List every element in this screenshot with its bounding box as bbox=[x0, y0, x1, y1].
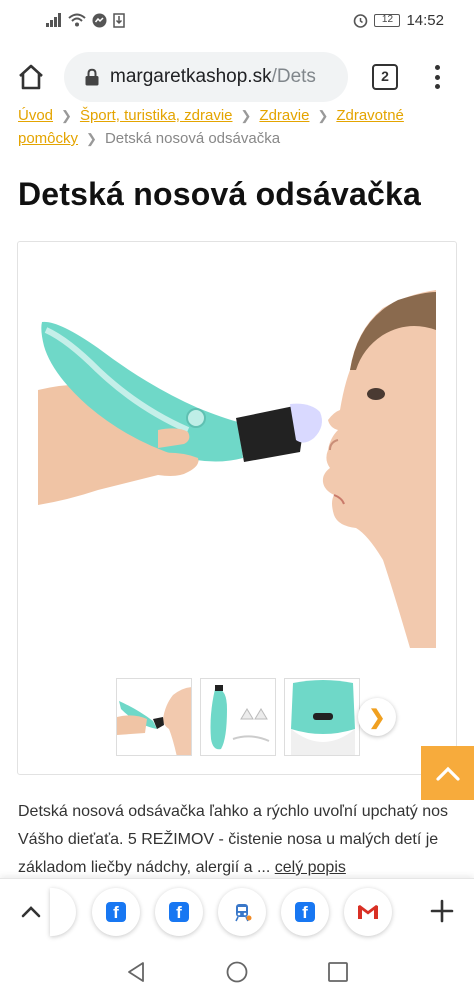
facebook-icon: f bbox=[295, 902, 315, 922]
wifi-icon bbox=[68, 13, 86, 27]
tab-switcher-button[interactable]: 2 bbox=[372, 64, 398, 90]
product-gallery: ❯ bbox=[17, 241, 457, 775]
facebook-share-partial[interactable] bbox=[50, 888, 76, 936]
url-text: margaretkashop.sk/Dets bbox=[110, 66, 316, 88]
download-icon bbox=[113, 12, 125, 28]
bottom-share-toolbar: f f f bbox=[0, 878, 474, 944]
chevron-right-icon: ❯ bbox=[368, 706, 386, 729]
facebook-icon: f bbox=[106, 902, 126, 922]
breadcrumb-current: Detská nosová odsávačka bbox=[104, 130, 281, 147]
facebook-share-button-1[interactable]: f bbox=[92, 888, 140, 936]
gmail-share-button[interactable] bbox=[344, 888, 392, 936]
chevron-up-icon bbox=[435, 766, 460, 781]
read-more-link[interactable]: celý popis bbox=[275, 859, 346, 876]
breadcrumb: Úvod ❯ Šport, turistika, zdravie ❯ Zdravie ❯ Z… bbox=[18, 104, 458, 152]
product-description: Detská nosová odsávačka ľahko a rýchlo u… bbox=[18, 798, 458, 882]
facebook-share-button-2[interactable]: f bbox=[155, 888, 203, 936]
url-bar[interactable]: margaretkashop.sk/Dets bbox=[64, 52, 348, 102]
chevron-right-icon: ❯ bbox=[317, 108, 329, 123]
product-main-image[interactable] bbox=[38, 290, 436, 648]
plus-icon[interactable] bbox=[428, 897, 456, 925]
chevron-right-icon: ❯ bbox=[86, 131, 97, 146]
status-bar: 12 14:52 bbox=[0, 0, 474, 40]
scroll-to-top-button[interactable] bbox=[421, 746, 474, 800]
url-path: /Dets bbox=[271, 66, 316, 87]
thumbnail-3[interactable] bbox=[284, 678, 360, 756]
thumbnail-2[interactable] bbox=[200, 678, 276, 756]
recent-apps-icon[interactable] bbox=[327, 961, 349, 983]
browser-toolbar: margaretkashop.sk/Dets 2 bbox=[0, 40, 474, 112]
more-menu-icon[interactable] bbox=[430, 62, 444, 92]
chevron-up-icon[interactable] bbox=[18, 899, 44, 925]
status-time: 14:52 bbox=[406, 11, 444, 29]
breadcrumb-link-health[interactable]: Zdravie bbox=[259, 107, 309, 124]
train-icon bbox=[235, 904, 252, 922]
breadcrumb-link-home[interactable]: Úvod bbox=[18, 107, 53, 124]
breadcrumb-link-sport[interactable]: Šport, turistika, zdravie bbox=[80, 107, 233, 124]
gmail-icon bbox=[358, 905, 378, 919]
home-circle-icon[interactable] bbox=[225, 960, 249, 984]
thumbnail-1[interactable] bbox=[116, 678, 192, 756]
home-icon[interactable] bbox=[16, 62, 46, 92]
messenger-icon bbox=[92, 13, 107, 27]
facebook-share-button-3[interactable]: f bbox=[281, 888, 329, 936]
back-icon[interactable] bbox=[124, 960, 148, 984]
alarm-icon bbox=[354, 13, 368, 28]
facebook-icon: f bbox=[169, 902, 189, 922]
thumbnail-strip bbox=[116, 678, 360, 756]
description-text: Detská nosová odsávačka ľahko a rýchlo u… bbox=[18, 803, 449, 876]
lock-icon bbox=[85, 68, 99, 86]
signal-icon bbox=[46, 13, 61, 27]
battery-indicator: 12 bbox=[374, 13, 401, 27]
page-title: Detská nosová odsávačka bbox=[18, 176, 422, 212]
next-thumbnail-button[interactable]: ❯ bbox=[358, 698, 396, 736]
status-left bbox=[46, 12, 125, 28]
train-app-button[interactable] bbox=[218, 888, 266, 936]
chevron-right-icon: ❯ bbox=[61, 108, 72, 123]
chevron-right-icon: ❯ bbox=[240, 108, 252, 123]
status-right: 12 14:52 bbox=[353, 12, 444, 29]
url-domain: margaretkashop.sk bbox=[110, 66, 272, 87]
android-navigation-bar bbox=[0, 944, 474, 1000]
